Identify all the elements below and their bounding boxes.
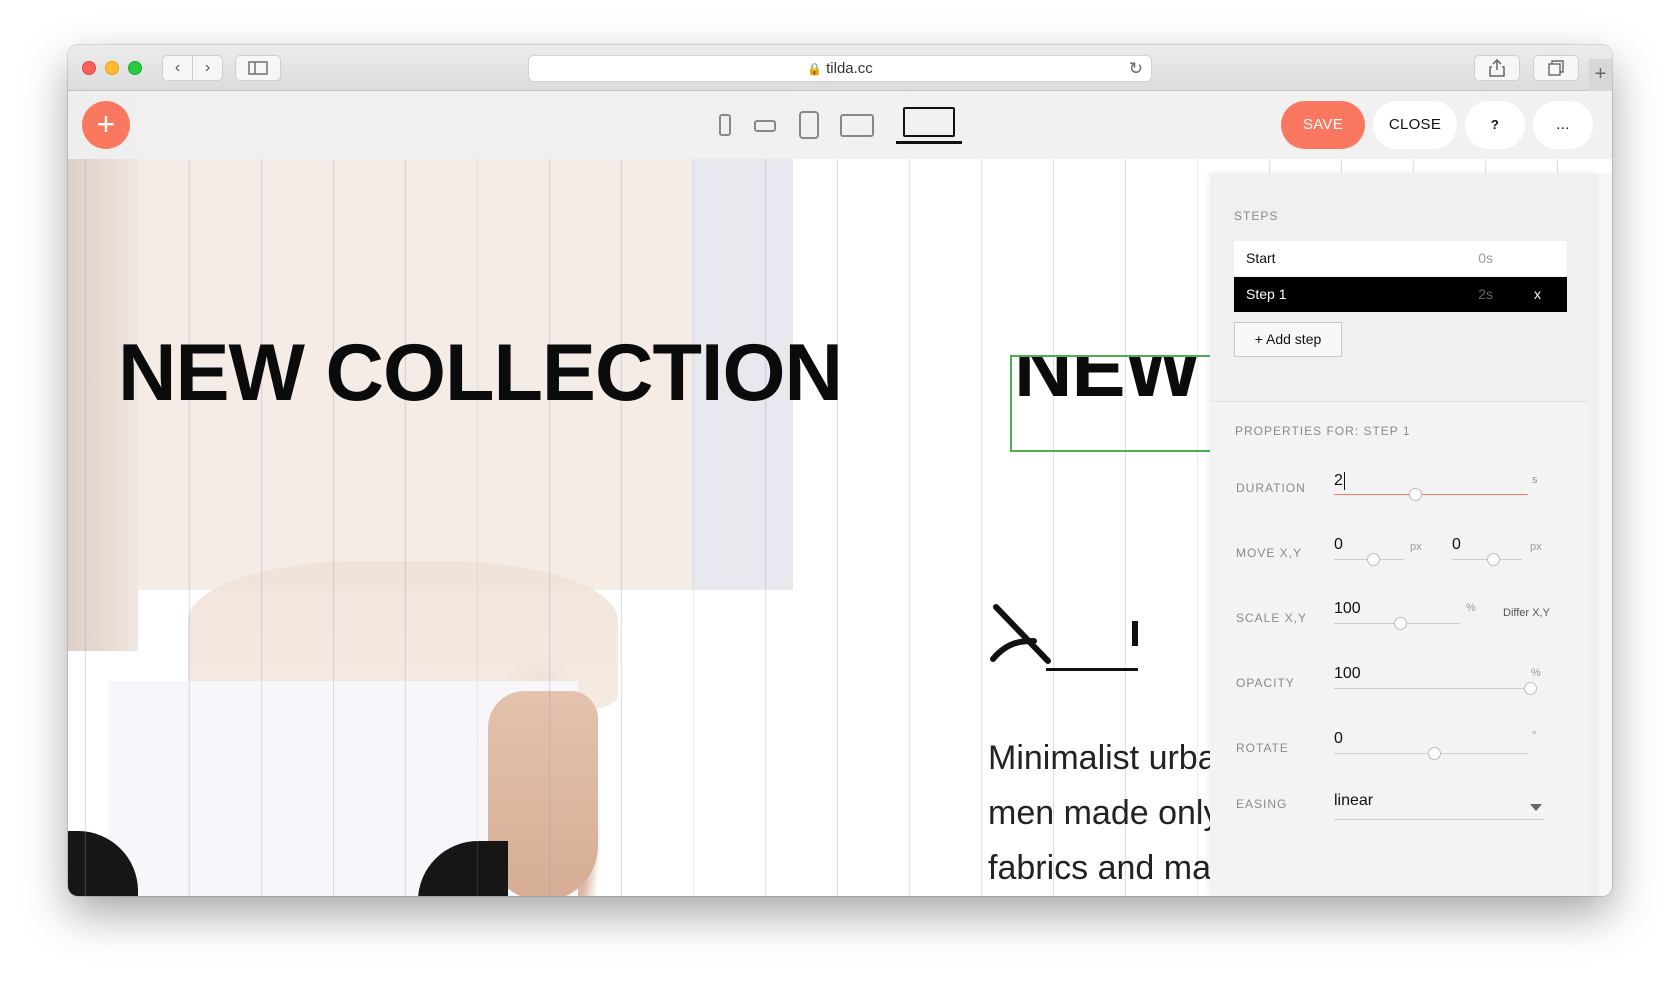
hero-photo <box>68 91 793 896</box>
step-row-step-1[interactable]: Step 1 2s x <box>1234 277 1567 312</box>
url-text: tilda.cc <box>826 60 873 77</box>
more-button[interactable]: ... <box>1533 101 1593 149</box>
opacity-input[interactable]: 100 <box>1334 665 1361 683</box>
new-tab-button[interactable]: + <box>1589 59 1612 91</box>
step-row-start[interactable]: Start 0s <box>1234 241 1567 276</box>
sidebar-icon <box>248 61 268 75</box>
step-duration: 0s <box>1478 250 1493 266</box>
scale-label: SCALE X,Y <box>1236 611 1308 625</box>
back-button[interactable]: ‹ <box>162 55 193 81</box>
scale-slider-handle[interactable] <box>1394 617 1407 630</box>
show-tabs-button[interactable] <box>1533 55 1579 81</box>
phone-landscape-icon[interactable] <box>754 120 776 132</box>
tilda-editor-page: NEW COLLECTION NEW COLLECTION Minimalist… <box>68 91 1612 896</box>
body-text-line: Minimalist urban <box>988 739 1218 777</box>
share-button[interactable] <box>1474 55 1520 81</box>
browser-window: ‹ › 🔒 tilda.cc ↻ + NEW COLLECTION NEW Mi… <box>68 45 1612 896</box>
sidebar-toggle-button[interactable] <box>235 55 281 81</box>
opacity-slider-handle[interactable] <box>1524 682 1537 695</box>
share-icon <box>1489 58 1505 77</box>
move-x-unit: px <box>1410 541 1422 553</box>
duration-slider-handle[interactable] <box>1409 488 1422 501</box>
save-button[interactable]: SAVE <box>1281 101 1365 149</box>
tabs-icon <box>1548 60 1564 76</box>
panel-edge <box>1598 173 1612 896</box>
browser-toolbar: ‹ › 🔒 tilda.cc ↻ + <box>68 45 1612 91</box>
add-element-button[interactable]: + <box>82 101 130 149</box>
add-step-button[interactable]: + Add step <box>1234 322 1342 357</box>
close-window-button[interactable] <box>82 61 96 75</box>
body-text[interactable]: Minimalist urban men made only fabrics a… <box>988 731 1218 896</box>
remove-step-icon[interactable]: x <box>1534 277 1541 312</box>
opacity-unit: % <box>1531 667 1541 679</box>
lock-icon: 🔒 <box>807 62 823 76</box>
easing-select[interactable]: linear <box>1334 792 1544 820</box>
help-button[interactable]: ? <box>1465 101 1525 149</box>
move-x-slider-handle[interactable] <box>1367 553 1380 566</box>
move-y-slider-handle[interactable] <box>1487 553 1500 566</box>
minimize-window-button[interactable] <box>105 61 119 75</box>
move-label: MOVE X,Y <box>1236 546 1303 560</box>
move-x-input[interactable]: 0 <box>1334 536 1343 554</box>
easing-value: linear <box>1334 792 1374 809</box>
hero-headline[interactable]: NEW COLLECTION <box>118 327 843 420</box>
tablet-landscape-icon[interactable] <box>840 114 874 137</box>
chevron-down-icon <box>1530 804 1542 811</box>
editor-toolbar: + SAVE CLOSE ? ... <box>68 91 1612 159</box>
reload-icon[interactable]: ↻ <box>1129 56 1143 81</box>
close-button[interactable]: CLOSE <box>1373 101 1457 149</box>
duration-input[interactable]: 2 <box>1334 472 1345 490</box>
scale-input[interactable]: 100 <box>1334 600 1361 618</box>
move-y-input[interactable]: 0 <box>1452 536 1461 554</box>
chevron-right-icon: › <box>204 59 211 76</box>
duration-slider-track[interactable] <box>1334 494 1528 495</box>
body-text-line: men made only <box>988 794 1218 832</box>
tablet-portrait-icon[interactable] <box>799 111 819 139</box>
opacity-slider-track[interactable] <box>1334 688 1528 689</box>
step-name: Step 1 <box>1246 286 1287 302</box>
selected-headline-text: NEW COLLECTION <box>1014 355 1228 414</box>
step-name: Start <box>1246 250 1276 266</box>
address-bar[interactable]: 🔒 tilda.cc ↻ <box>528 55 1152 82</box>
properties-title: PROPERTIES FOR: STEP 1 <box>1235 424 1411 438</box>
duration-label: DURATION <box>1236 481 1306 495</box>
body-text-line: fabrics and materials <box>988 849 1218 887</box>
steps-heading: STEPS <box>1234 209 1279 223</box>
step-duration: 2s <box>1478 286 1493 302</box>
zoom-window-button[interactable] <box>128 61 142 75</box>
opacity-label: OPACITY <box>1236 676 1295 690</box>
duration-unit: s <box>1532 474 1538 486</box>
rotate-unit: ° <box>1532 730 1537 742</box>
chevron-left-icon: ‹ <box>174 59 181 76</box>
phone-portrait-icon[interactable] <box>719 114 731 136</box>
rotate-input[interactable]: 0 <box>1334 730 1343 748</box>
rotate-slider-handle[interactable] <box>1428 747 1441 760</box>
brand-logo-icon[interactable] <box>988 591 1148 671</box>
scale-unit: % <box>1466 602 1476 614</box>
step-properties: PROPERTIES FOR: STEP 1 DURATION 2 s MOVE… <box>1210 401 1588 896</box>
desktop-icon[interactable] <box>903 107 955 137</box>
animation-panel: STEPS Start 0s Step 1 2s x + Add step PR… <box>1210 173 1598 896</box>
move-y-unit: px <box>1530 541 1542 553</box>
selected-headline-element[interactable]: NEW COLLECTION <box>1010 355 1230 452</box>
easing-label: EASING <box>1236 797 1288 811</box>
desktop-icon-base <box>896 141 962 144</box>
rotate-label: ROTATE <box>1236 741 1289 755</box>
forward-button[interactable]: › <box>192 55 223 81</box>
differ-xy-toggle[interactable]: Differ X,Y <box>1503 607 1550 619</box>
